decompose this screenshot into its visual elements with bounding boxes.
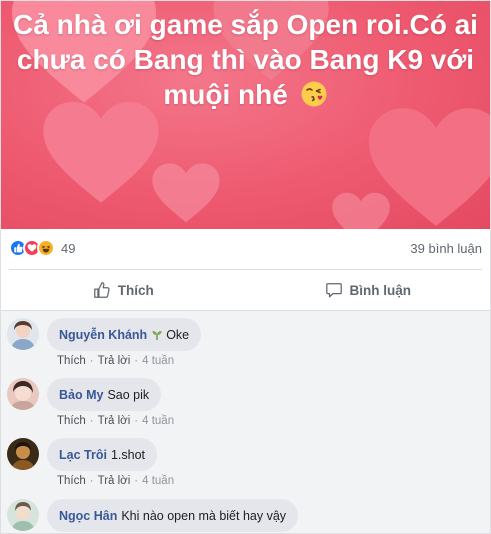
comment-item: Ngọc Hân Khi nào open mà biết hay vậy [7,492,484,533]
comment-text: 1.shot [110,447,145,462]
comment-button-label: Bình luận [349,282,412,298]
reaction-icons[interactable]: 49 [9,239,75,257]
avatar[interactable] [7,318,39,350]
face-blowing-kiss-emoji [300,80,328,116]
comment-reply-link[interactable]: Trả lời [98,415,131,427]
commenter-name[interactable]: Ngọc Hân [59,509,117,523]
comment-like-link[interactable]: Thích [57,415,86,427]
comment-meta: Thích · Trả lời · 4 tuần [57,475,175,487]
facebook-post: Cả nhà ơi game sắp Open roi.Có ai chưa c… [0,0,491,534]
comment-bubble-icon [325,283,342,298]
comment-text: Sao pik [107,387,150,402]
comment-time[interactable]: 4 tuần [142,355,174,367]
heart-decoration [151,161,221,226]
commenter-name[interactable]: Lạc Trôi [59,448,107,462]
comment-bubble: Bảo My Sao pik [47,378,162,411]
thumbs-up-icon [93,282,110,298]
comment-item: Lạc Trôi 1.shot Thích · Trả lời · 4 tuần [7,431,484,491]
haha-icon [37,239,55,257]
reactions-summary: 49 39 bình luận [1,229,490,267]
post-actions: Thích Bình luận [1,271,490,309]
comment-like-link[interactable]: Thích [57,475,86,487]
reaction-count[interactable]: 49 [61,241,75,256]
comment-text: Oke [166,327,190,342]
comment-bubble: Nguyễn Khánh Oke [47,318,202,351]
heart-decoration [331,191,391,229]
comments-section: Nguyễn Khánh Oke Thích · Trả lời · 4 tuần [1,311,490,533]
like-button[interactable]: Thích [1,273,246,307]
comment-reply-link[interactable]: Trả lời [98,355,131,367]
commenter-name[interactable]: Bảo My [59,388,103,402]
divider [9,269,482,270]
comment-item: Nguyễn Khánh Oke Thích · Trả lời · 4 tuần [7,311,484,371]
comment-text: Khi nào open mà biết hay vậy [121,508,287,523]
comment-item: Bảo My Sao pik Thích · Trả lời · 4 tuần [7,371,484,431]
post-text: Cả nhà ơi game sắp Open roi.Có ai chưa c… [13,7,478,116]
comment-meta: Thích · Trả lời · 4 tuần [57,355,175,367]
avatar[interactable] [7,438,39,470]
comment-reply-link[interactable]: Trả lời [98,475,131,487]
post-background-banner: Cả nhà ơi game sắp Open roi.Có ai chưa c… [1,1,490,229]
comment-meta: Thích · Trả lời · 4 tuần [57,415,175,427]
sprout-icon [151,329,163,341]
comment-bubble: Lạc Trôi 1.shot [47,438,157,471]
comment-time[interactable]: 4 tuần [142,415,174,427]
comment-bubble: Ngọc Hân Khi nào open mà biết hay vậy [47,499,299,532]
avatar[interactable] [7,499,39,531]
avatar[interactable] [7,378,39,410]
comment-button[interactable]: Bình luận [246,273,491,307]
commenter-name[interactable]: Nguyễn Khánh [59,328,147,342]
comment-time[interactable]: 4 tuần [142,475,174,487]
post-text-content: Cả nhà ơi game sắp Open roi.Có ai chưa c… [13,9,478,110]
comment-count[interactable]: 39 bình luận [410,241,482,256]
like-button-label: Thích [117,282,154,298]
comment-like-link[interactable]: Thích [57,355,86,367]
